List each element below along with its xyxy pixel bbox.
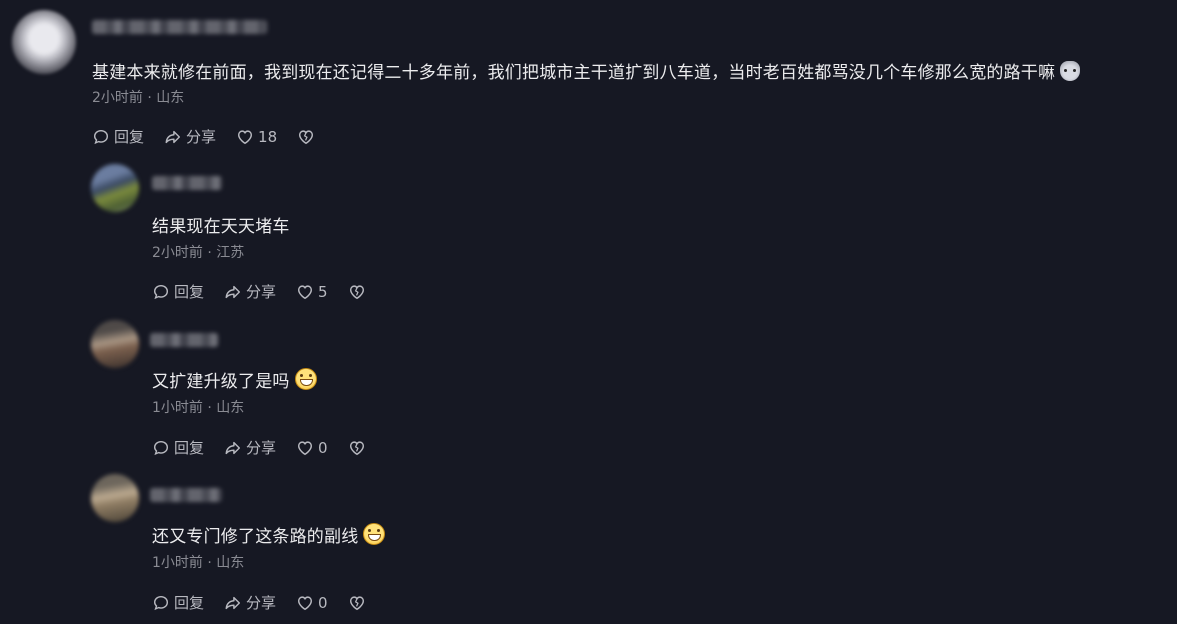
username-blurred[interactable] xyxy=(152,176,222,190)
reply-text-row: 又扩建升级了是吗 xyxy=(152,367,317,392)
reply-location: 山东 xyxy=(216,400,245,416)
broken-heart-icon xyxy=(349,595,364,610)
grinning-face-icon xyxy=(363,523,386,545)
meta-separator: · xyxy=(207,245,212,261)
reply-button[interactable]: 回复 xyxy=(152,281,204,302)
broken-heart-icon xyxy=(299,129,314,144)
comment-location: 山东 xyxy=(156,90,185,106)
like-button[interactable]: 18 xyxy=(236,128,277,146)
reply-actions: 回复 分享 0 xyxy=(152,592,370,613)
share-button[interactable]: 分享 xyxy=(164,126,216,147)
like-count: 5 xyxy=(318,282,328,301)
reply-button[interactable]: 回复 xyxy=(92,126,144,147)
heart-icon xyxy=(298,440,313,455)
meta-separator: · xyxy=(207,555,212,571)
share-button[interactable]: 分享 xyxy=(224,437,276,458)
like-count: 0 xyxy=(318,593,328,612)
avatar[interactable] xyxy=(91,474,139,522)
meta-separator: · xyxy=(207,400,212,416)
like-button[interactable]: 5 xyxy=(296,283,328,301)
dislike-button[interactable] xyxy=(348,594,370,612)
comment-text: 基建本来就修在前面，我到现在还记得二十多年前，我们把城市主干道扩到八车道，当时老… xyxy=(92,63,1056,83)
dislike-button[interactable] xyxy=(297,128,319,146)
reply-actions: 回复 分享 0 xyxy=(152,437,370,458)
comment-actions: 回复 分享 18 xyxy=(92,126,319,147)
reply-meta: 1小时前 · 山东 xyxy=(152,397,244,417)
like-button[interactable]: 0 xyxy=(296,594,328,612)
speech-bubble-icon xyxy=(153,595,169,610)
reply-actions: 回复 分享 5 xyxy=(152,281,370,302)
reply-text: 结果现在天天堵车 xyxy=(152,217,290,237)
share-arrow-icon xyxy=(225,441,241,454)
reply-label: 回复 xyxy=(174,594,205,612)
reply-meta: 2小时前 · 江苏 xyxy=(152,242,244,262)
reply-time: 2小时前 xyxy=(152,245,203,261)
like-button[interactable]: 0 xyxy=(296,439,328,457)
username-blurred[interactable] xyxy=(150,333,218,347)
reply-text-row: 结果现在天天堵车 xyxy=(152,212,290,237)
dislike-button[interactable] xyxy=(348,283,370,301)
grinning-face-icon xyxy=(294,368,317,390)
speech-bubble-icon xyxy=(153,284,169,299)
avatar[interactable] xyxy=(91,164,139,212)
share-arrow-icon xyxy=(225,596,241,609)
reply-location: 山东 xyxy=(216,555,245,571)
reply-location: 江苏 xyxy=(216,245,245,261)
heart-icon xyxy=(238,129,253,144)
share-label: 分享 xyxy=(246,439,277,457)
share-arrow-icon xyxy=(165,130,181,143)
cat-face-icon xyxy=(1060,61,1081,81)
broken-heart-icon xyxy=(349,284,364,299)
like-count: 18 xyxy=(258,127,278,146)
username-blurred[interactable] xyxy=(150,488,222,502)
reply-button[interactable]: 回复 xyxy=(152,592,204,613)
like-count: 0 xyxy=(318,438,328,457)
avatar[interactable] xyxy=(12,10,76,74)
comment-meta: 2小时前 · 山东 xyxy=(92,87,184,107)
speech-bubble-icon xyxy=(153,440,169,455)
avatar[interactable] xyxy=(91,320,139,368)
share-button[interactable]: 分享 xyxy=(224,281,276,302)
reply-text-row: 还又专门修了这条路的副线 xyxy=(152,522,386,547)
reply-label: 回复 xyxy=(174,283,205,301)
share-label: 分享 xyxy=(186,128,217,146)
reply-label: 回复 xyxy=(114,128,145,146)
dislike-button[interactable] xyxy=(348,439,370,457)
speech-bubble-icon xyxy=(93,129,109,144)
reply-button[interactable]: 回复 xyxy=(152,437,204,458)
reply-time: 1小时前 xyxy=(152,400,203,416)
comment-time: 2小时前 xyxy=(92,90,143,106)
reply-meta: 1小时前 · 山东 xyxy=(152,552,244,572)
reply-time: 1小时前 xyxy=(152,555,203,571)
reply-label: 回复 xyxy=(174,439,205,457)
comment-text-row: 基建本来就修在前面，我到现在还记得二十多年前，我们把城市主干道扩到八车道，当时老… xyxy=(92,58,1081,83)
meta-separator: · xyxy=(147,90,152,106)
share-button[interactable]: 分享 xyxy=(224,592,276,613)
share-label: 分享 xyxy=(246,594,277,612)
share-arrow-icon xyxy=(225,285,241,298)
username-blurred[interactable] xyxy=(92,20,267,34)
reply-text: 还又专门修了这条路的副线 xyxy=(152,527,359,547)
share-label: 分享 xyxy=(246,283,277,301)
reply-text: 又扩建升级了是吗 xyxy=(152,372,290,392)
heart-icon xyxy=(298,595,313,610)
broken-heart-icon xyxy=(349,440,364,455)
heart-icon xyxy=(298,284,313,299)
